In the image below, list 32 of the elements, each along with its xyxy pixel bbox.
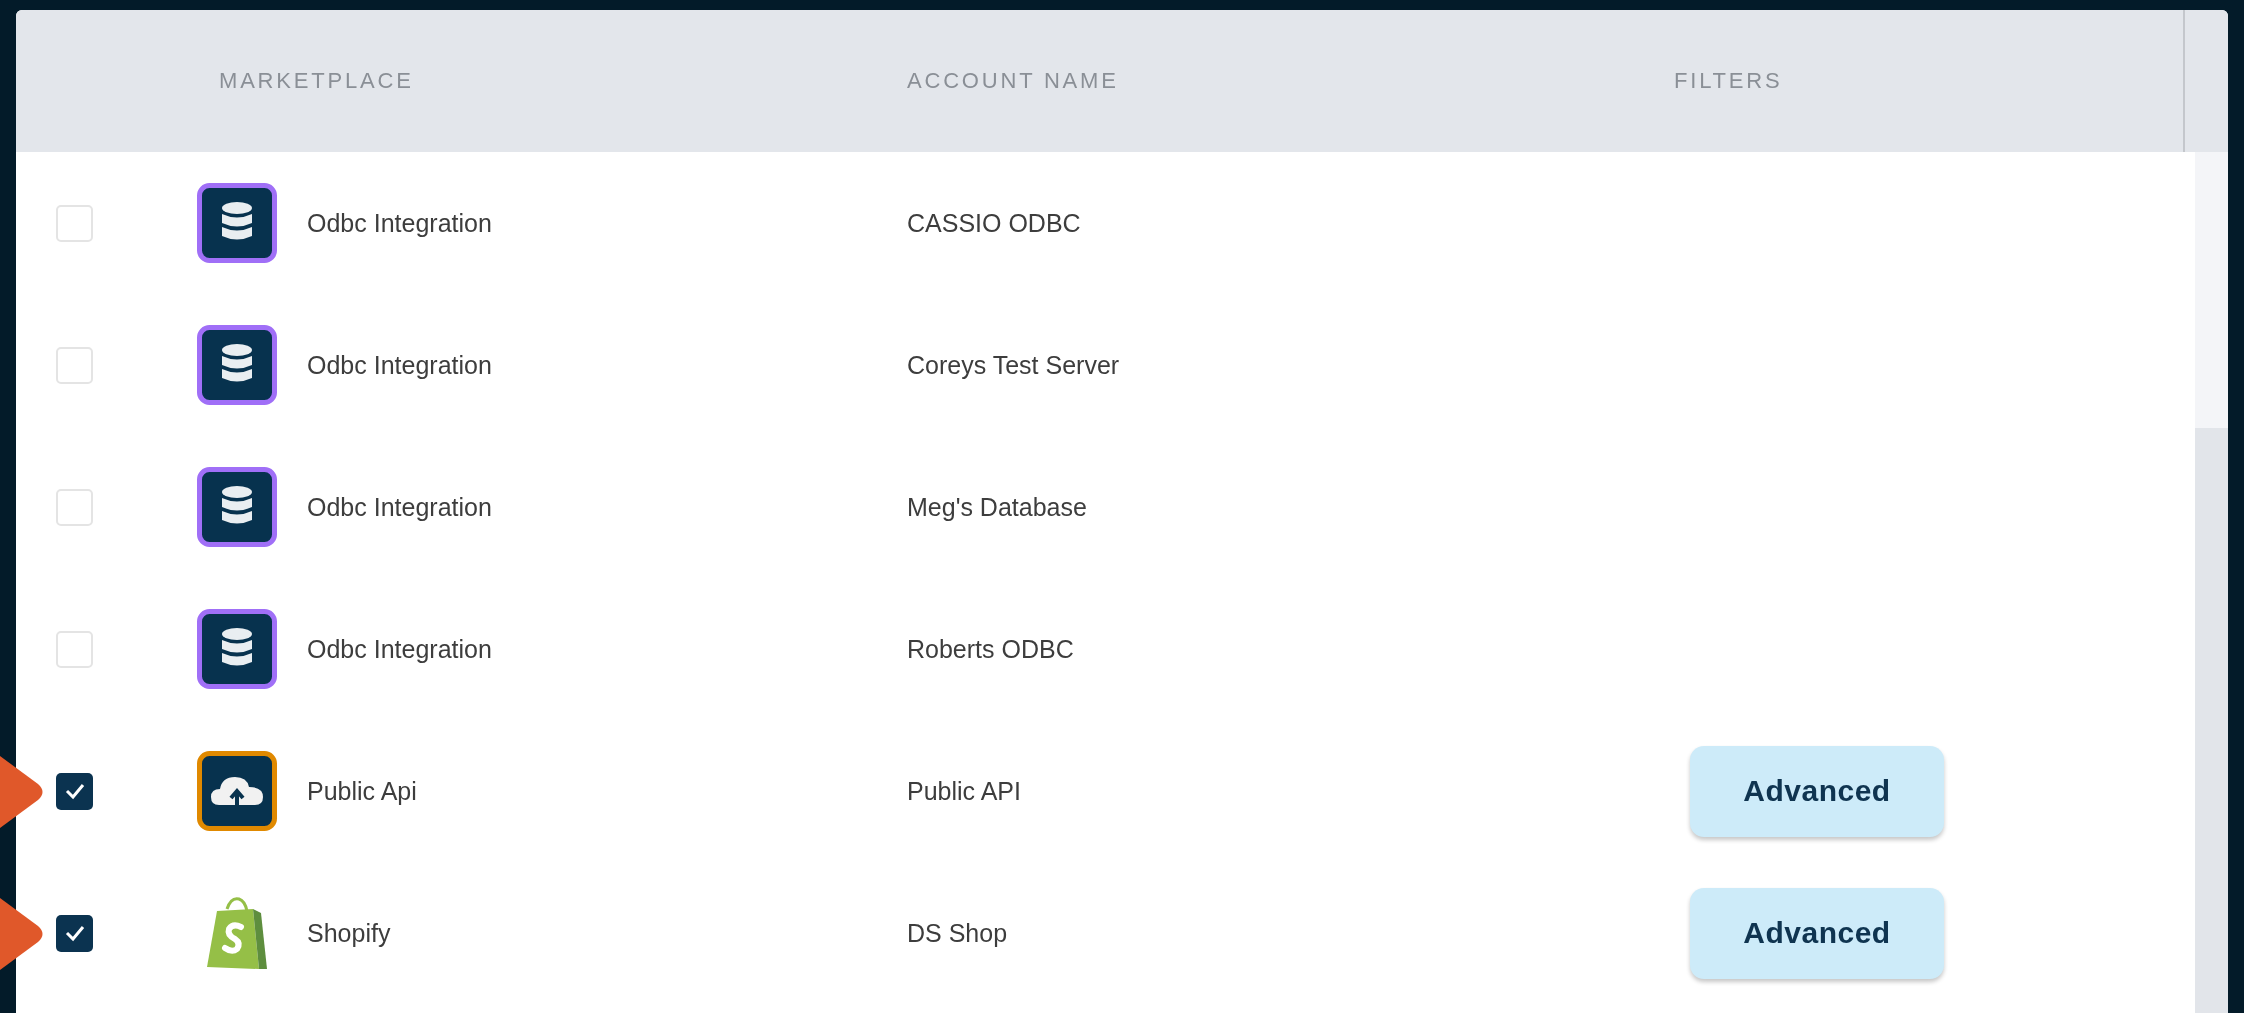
column-header: FILTERS — [1674, 68, 1784, 94]
marketplace-name: Public Api — [307, 776, 417, 806]
account-name: Public API — [907, 776, 1022, 806]
column-header: MARKETPLACE — [218, 68, 415, 94]
advanced-filter-button[interactable]: Advanced — [1690, 745, 1944, 837]
database-icon — [197, 325, 277, 405]
account-name: Meg's Database — [907, 492, 1088, 522]
database-icon — [197, 609, 277, 689]
database-icon — [197, 183, 277, 263]
database-icon — [197, 467, 277, 547]
check-icon — [63, 782, 86, 800]
row-checkbox[interactable] — [56, 772, 93, 810]
scrollbar-thumb[interactable] — [2195, 152, 2228, 428]
row-checkbox[interactable] — [56, 346, 93, 384]
account-name: Roberts ODBC — [907, 634, 1075, 664]
scrollbar-track[interactable] — [2195, 152, 2228, 1013]
marketplace-name: Shopify — [307, 918, 391, 948]
row-checkbox[interactable] — [56, 914, 93, 952]
row-checkbox[interactable] — [56, 630, 93, 668]
account-name: Coreys Test Server — [907, 350, 1121, 380]
advanced-filter-button[interactable]: Advanced — [1690, 887, 1944, 979]
cloud-upload-icon — [197, 751, 277, 831]
account-name: DS Shop — [907, 918, 1009, 948]
check-icon — [63, 924, 86, 942]
row-checkbox[interactable] — [56, 488, 93, 526]
row-checkbox[interactable] — [56, 204, 93, 242]
marketplace-name: Odbc Integration — [307, 208, 492, 238]
account-name: CASSIO ODBC — [907, 208, 1082, 238]
column-header: ACCOUNT NAME — [907, 68, 1120, 94]
marketplace-name: Odbc Integration — [307, 350, 492, 380]
marketplace-name: Odbc Integration — [307, 492, 492, 522]
marketplace-name: Odbc Integration — [307, 634, 492, 664]
